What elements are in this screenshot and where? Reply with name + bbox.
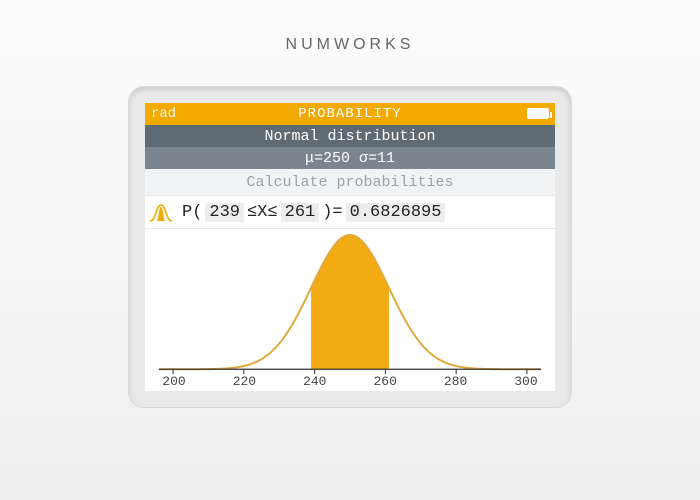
battery-icon: [527, 108, 549, 119]
lower-bound-input[interactable]: 239: [205, 203, 244, 222]
probability-result: 0.6826895: [346, 203, 446, 222]
brand-label: NUMWORKS: [0, 36, 700, 54]
x-tick-label: 220: [229, 374, 259, 389]
x-tick-label: 300: [511, 374, 541, 389]
upper-bound-input[interactable]: 261: [281, 203, 320, 222]
status-bar: rad PROBABILITY: [145, 103, 555, 125]
calculator-body: NUMWORKS rad PROBABILITY Normal distribu…: [0, 0, 700, 500]
distribution-params[interactable]: μ=250 σ=11: [145, 147, 555, 169]
app-title: PROBABILITY: [145, 106, 555, 122]
distribution-chart: 200 220 240 260 280 300: [145, 229, 555, 391]
calc-probabilities-label: Calculate probabilities: [145, 169, 555, 195]
x-tick-label: 240: [300, 374, 330, 389]
interval-type-icon[interactable]: [149, 201, 173, 223]
formula-open: P(: [179, 203, 205, 222]
probability-formula: P( 239 ≤X≤ 261 )= 0.6826895: [145, 195, 555, 229]
x-tick-label: 260: [370, 374, 400, 389]
screen: rad PROBABILITY Normal distribution μ=25…: [145, 103, 555, 391]
x-tick-label: 280: [441, 374, 471, 389]
x-tick-label: 200: [159, 374, 189, 389]
screen-bezel: rad PROBABILITY Normal distribution μ=25…: [128, 86, 572, 408]
x-axis-ticks: 200 220 240 260 280 300: [145, 374, 555, 389]
distribution-name[interactable]: Normal distribution: [145, 125, 555, 147]
formula-close: )=: [319, 203, 345, 222]
formula-relation: ≤X≤: [244, 203, 281, 222]
